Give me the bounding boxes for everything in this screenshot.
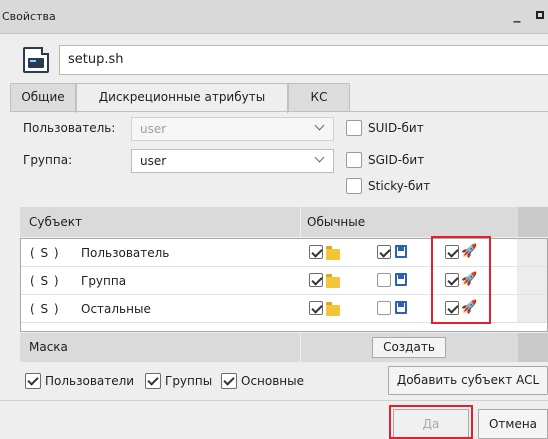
chevron-down-icon xyxy=(314,152,325,163)
subject-name: Группа xyxy=(81,274,127,288)
minimize-button[interactable]: _ xyxy=(507,6,527,26)
window-title: Свойства xyxy=(2,10,56,23)
exec-column-highlight xyxy=(431,236,491,324)
properties-window: Свойства _ setup.sh Общие Дискреционные … xyxy=(0,0,548,439)
mask-label: Маска xyxy=(29,340,68,354)
subject-name: Остальные xyxy=(81,302,151,316)
write-checkbox[interactable] xyxy=(377,245,391,259)
group-label: Группа: xyxy=(23,153,73,167)
column-subject[interactable]: Субъект xyxy=(29,215,82,229)
write-checkbox[interactable] xyxy=(377,301,391,315)
subject-name: Пользователь xyxy=(81,246,170,260)
maximize-icon xyxy=(536,11,544,19)
save-icon xyxy=(395,273,407,286)
sticky-checkbox[interactable] xyxy=(346,178,362,194)
subject-type: ( S ) xyxy=(30,274,60,288)
maximize-button[interactable] xyxy=(530,6,548,26)
sticky-label: Sticky-бит xyxy=(368,179,431,193)
filter-groups-checkbox[interactable] xyxy=(145,373,161,389)
group-select[interactable]: user xyxy=(131,149,334,173)
filter-basic-label: Основные xyxy=(241,374,305,388)
sgid-checkbox[interactable] xyxy=(346,152,362,168)
subject-type: ( S ) xyxy=(30,246,60,260)
group-select-value: user xyxy=(140,154,167,168)
read-checkbox[interactable] xyxy=(309,273,323,287)
read-checkbox[interactable] xyxy=(309,301,323,315)
user-label: Пользователь: xyxy=(23,121,116,135)
column-regular[interactable]: Обычные xyxy=(307,215,365,229)
title-bar[interactable]: Свойства _ xyxy=(0,0,548,34)
add-acl-subject-button[interactable]: Добавить субъект ACL xyxy=(388,366,548,395)
folder-icon xyxy=(326,302,340,316)
filter-basic-checkbox[interactable] xyxy=(221,373,237,389)
subject-type: ( S ) xyxy=(30,302,60,316)
sgid-label: SGID-бит xyxy=(368,153,425,167)
chevron-down-icon xyxy=(314,120,325,131)
folder-icon xyxy=(326,246,340,260)
suid-label: SUID-бит xyxy=(368,121,424,135)
cancel-button[interactable]: Отмена xyxy=(478,409,548,439)
table-header: Субъект Обычные xyxy=(20,207,548,237)
tab-general[interactable]: Общие xyxy=(10,83,76,111)
user-select[interactable]: user xyxy=(131,117,334,141)
script-file-icon xyxy=(23,47,49,73)
filter-users-checkbox[interactable] xyxy=(25,373,41,389)
mask-row: Маска Создать xyxy=(20,333,548,362)
file-name-field[interactable]: setup.sh xyxy=(59,45,548,75)
tab-discretionary-attributes[interactable]: Дискреционные атрибуты xyxy=(76,83,288,113)
read-checkbox[interactable] xyxy=(309,245,323,259)
user-select-value: user xyxy=(140,122,167,136)
folder-icon xyxy=(326,274,340,288)
create-mask-button[interactable]: Создать xyxy=(372,337,446,358)
tab-ks[interactable]: КС xyxy=(288,83,350,111)
filter-groups-label: Группы xyxy=(165,374,213,388)
filter-users-label: Пользователи xyxy=(45,374,135,388)
suid-checkbox[interactable] xyxy=(346,120,362,136)
ok-button-highlight xyxy=(389,405,473,439)
file-row: setup.sh xyxy=(21,44,548,78)
save-icon xyxy=(395,301,407,314)
save-icon xyxy=(395,245,407,258)
write-checkbox[interactable] xyxy=(377,273,391,287)
